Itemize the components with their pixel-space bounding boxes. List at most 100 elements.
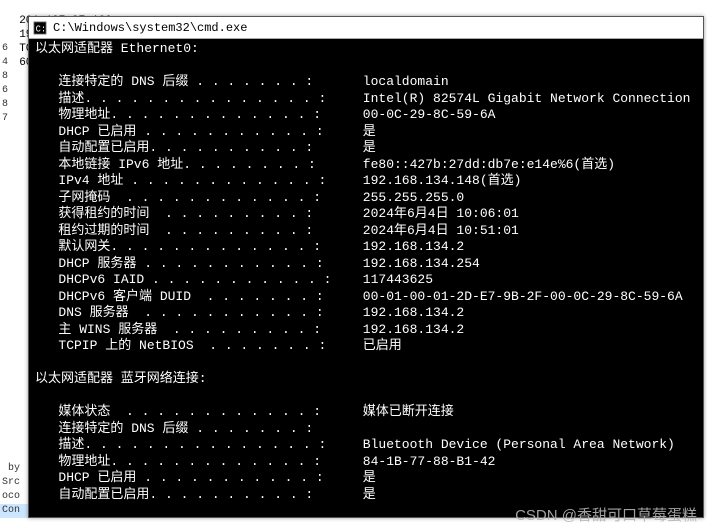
gutter-line [0,168,28,182]
gutter-line [0,210,28,224]
gutter-line [0,0,28,14]
console-kv-line: DHCP 已启用 . . . . . . . . . . . : 是 [35,124,697,141]
console-line [35,355,697,372]
kv-value: 84-1B-77-88-B1-42 [355,454,495,469]
title-bar[interactable]: C: C:\Windows\system32\cmd.exe [29,17,703,39]
console-kv-line: DHCP 已启用 . . . . . . . . . . . : 是 [35,470,697,487]
console-line [35,388,697,405]
gutter-line [0,14,28,28]
console-kv-line: 描述. . . . . . . . . . . . . . . : Intel(… [35,91,697,108]
gutter-line: 7 [0,112,28,126]
console-kv-line: 物理地址. . . . . . . . . . . . . : 84-1B-77… [35,454,697,471]
gutter-line [0,182,28,196]
console-line: 以太网适配器 蓝牙网络连接: [35,371,697,388]
gutter-line [0,378,28,392]
gutter-line [0,336,28,350]
kv-label: 物理地址. . . . . . . . . . . . . : [35,107,355,124]
cmd-icon: C: [33,21,47,35]
console-kv-line: 描述. . . . . . . . . . . . . . . : Blueto… [35,437,697,454]
gutter-line [0,28,28,42]
gutter-line [0,434,28,448]
kv-value: 192.168.134.2 [355,239,464,254]
gutter-line: Con [0,504,28,518]
console-kv-line: 连接特定的 DNS 后缀 . . . . . . . : localdomain [35,74,697,91]
gutter-line [0,196,28,210]
gutter-line: oco [0,490,28,504]
gutter-line [0,280,28,294]
gutter-line [0,364,28,378]
console-kv-line: IPv4 地址 . . . . . . . . . . . . : 192.16… [35,173,697,190]
kv-value: 192.168.134.148(首选) [355,173,521,188]
gutter-line [0,448,28,462]
console-kv-line: DHCPv6 IAID . . . . . . . . . . . : 1174… [35,272,697,289]
window-title: C:\Windows\system32\cmd.exe [53,21,247,35]
gutter-line [0,224,28,238]
kv-value: 是 [355,140,376,155]
kv-label: 物理地址. . . . . . . . . . . . . : [35,454,355,471]
kv-label: 本地链接 IPv6 地址. . . . . . . . : [35,157,355,174]
kv-label: 获得租约的时间 . . . . . . . . . : [35,206,355,223]
gutter-line: 6 [0,42,28,56]
console-kv-line: DNS 服务器 . . . . . . . . . . . : 192.168.… [35,305,697,322]
kv-label: 自动配置已启用. . . . . . . . . . : [35,487,355,504]
kv-label: DNS 服务器 . . . . . . . . . . . : [35,305,355,322]
kv-label: 子网掩码 . . . . . . . . . . . . : [35,190,355,207]
console-kv-line: 获得租约的时间 . . . . . . . . . : 2024年6月4日 10… [35,206,697,223]
console-kv-line: TCPIP 上的 NetBIOS . . . . . . . : 已启用 [35,338,697,355]
kv-label: IPv4 地址 . . . . . . . . . . . . : [35,173,355,190]
kv-value: 2024年6月4日 10:06:01 [355,206,519,221]
kv-label: 媒体状态 . . . . . . . . . . . . : [35,404,355,421]
kv-value: 192.168.134.254 [355,256,480,271]
kv-label: 默认网关. . . . . . . . . . . . . : [35,239,355,256]
kv-value: 是 [355,470,376,485]
gutter-line [0,294,28,308]
gutter-line [0,518,28,532]
gutter-line [0,154,28,168]
gutter-line [0,322,28,336]
kv-label: 主 WINS 服务器 . . . . . . . . . : [35,322,355,339]
console-kv-line: 自动配置已启用. . . . . . . . . . : 是 [35,140,697,157]
gutter-line: 8 [0,70,28,84]
console-kv-line: 自动配置已启用. . . . . . . . . . : 是 [35,487,697,504]
console-kv-line: 连接特定的 DNS 后缀 . . . . . . . : [35,421,697,438]
gutter-line [0,392,28,406]
console-line [35,503,697,517]
console-kv-line: 主 WINS 服务器 . . . . . . . . . : 192.168.1… [35,322,697,339]
kv-label: 描述. . . . . . . . . . . . . . . : [35,437,355,454]
kv-value: 192.168.134.2 [355,305,464,320]
gutter-line: 6 [0,84,28,98]
kv-value: 255.255.255.0 [355,190,464,205]
kv-label: DHCP 已启用 . . . . . . . . . . . : [35,124,355,141]
kv-value: 00-01-00-01-2D-E7-9B-2F-00-0C-29-8C-59-6… [355,289,683,304]
kv-label: DHCPv6 客户端 DUID . . . . . . . : [35,289,355,306]
gutter-line [0,406,28,420]
kv-value: Intel(R) 82574L Gigabit Network Connecti… [355,91,690,106]
kv-value: 00-0C-29-8C-59-6A [355,107,495,122]
console-line: 以太网适配器 Ethernet0: [35,41,697,58]
kv-value: 192.168.134.2 [355,322,464,337]
console-kv-line: DHCP 服务器 . . . . . . . . . . . : 192.168… [35,256,697,273]
console-kv-line: DHCPv6 客户端 DUID . . . . . . . : 00-01-00… [35,289,697,306]
kv-value: 2024年6月4日 10:51:01 [355,223,519,238]
console-output[interactable]: 以太网适配器 Ethernet0: 连接特定的 DNS 后缀 . . . . .… [29,39,703,517]
kv-label: DHCPv6 IAID . . . . . . . . . . . : [35,272,355,289]
editor-gutter: 648687 bySrcocoCon [0,0,28,531]
gutter-line: 4 [0,56,28,70]
kv-value: Bluetooth Device (Personal Area Network) [355,437,675,452]
gutter-line [0,140,28,154]
kv-value: localdomain [355,74,449,89]
kv-label: DHCP 已启用 . . . . . . . . . . . : [35,470,355,487]
kv-label: 自动配置已启用. . . . . . . . . . : [35,140,355,157]
gutter-line [0,350,28,364]
gutter-line [0,266,28,280]
kv-value: fe80::427b:27dd:db7e:e14e%6(首选) [355,157,615,172]
gutter-line: by [0,462,28,476]
kv-value: 117443625 [355,272,433,287]
console-kv-line: 本地链接 IPv6 地址. . . . . . . . : fe80::427b… [35,157,697,174]
kv-label: DHCP 服务器 . . . . . . . . . . . : [35,256,355,273]
kv-label: 描述. . . . . . . . . . . . . . . : [35,91,355,108]
kv-value: 是 [355,487,376,502]
gutter-line [0,308,28,322]
kv-label: 连接特定的 DNS 后缀 . . . . . . . : [35,74,355,91]
gutter-line: 8 [0,98,28,112]
